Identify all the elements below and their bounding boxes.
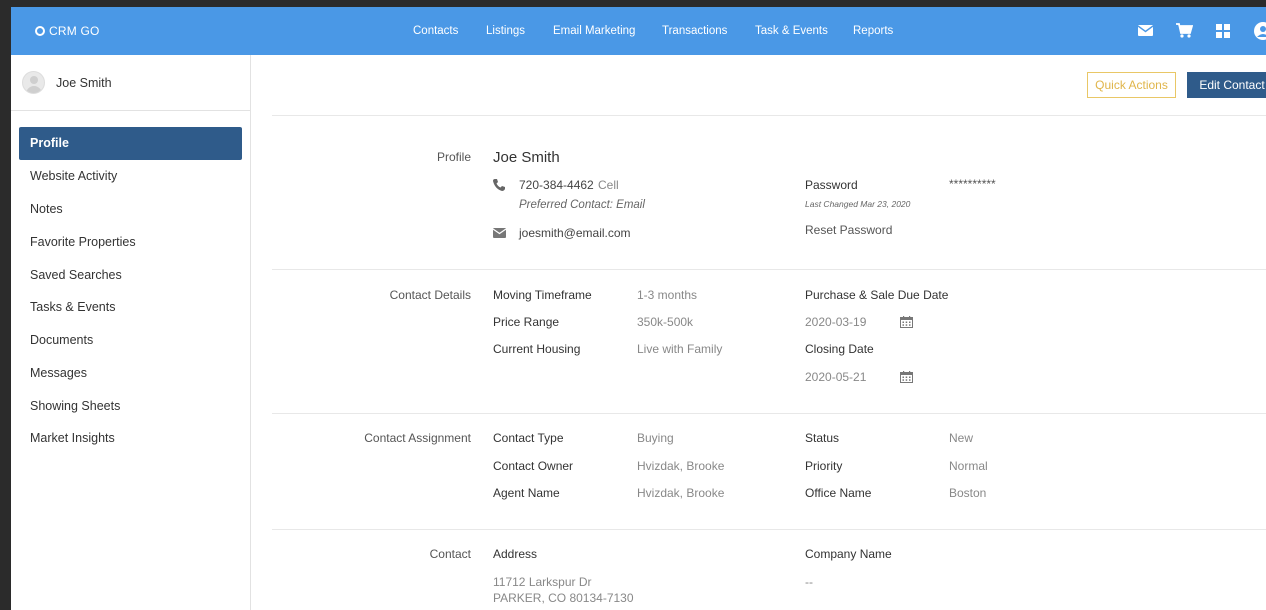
top-navigation-bar: CRM GO Contacts Listings Email Marketing… [11, 7, 1266, 55]
nav-contacts[interactable]: Contacts [413, 25, 458, 37]
closing-date-value[interactable]: 2020-05-21 [805, 370, 866, 384]
office-name-label: Office Name [805, 486, 872, 500]
preferred-contact: Preferred Contact: Email [519, 199, 645, 211]
current-housing-label: Current Housing [493, 342, 581, 356]
logo[interactable]: CRM GO [35, 24, 100, 38]
contact-type-label: Contact Type [493, 431, 564, 445]
office-name-value: Boston [949, 486, 987, 500]
section-label-contact-details: Contact Details [389, 288, 471, 302]
app-window: CRM GO Contacts Listings Email Marketing… [11, 7, 1266, 610]
priority-label: Priority [805, 459, 843, 473]
email-icon [493, 228, 506, 238]
section-label-profile: Profile [436, 150, 471, 164]
password-last-changed: Last Changed Mar 23, 2020 [805, 199, 911, 209]
price-range-label: Price Range [493, 315, 560, 329]
avatar [22, 71, 45, 94]
nav-reports[interactable]: Reports [853, 25, 893, 37]
sidebar-user: Joe Smith [11, 55, 251, 111]
nav-task-events[interactable]: Task & Events [755, 25, 828, 37]
sidebar-item-showing-sheets[interactable]: Showing Sheets [19, 390, 242, 423]
agent-name-value: Hvizdak, Brooke [637, 486, 725, 500]
sidebar-item-documents[interactable]: Documents [19, 324, 242, 357]
price-range-value: 350k-500k [637, 315, 694, 329]
purchase-due-value[interactable]: 2020-03-19 [805, 315, 866, 329]
contact-name: Joe Smith [493, 149, 560, 166]
grid-icon[interactable] [1216, 24, 1230, 38]
sidebar-item-tasks-events[interactable]: Tasks & Events [19, 291, 242, 324]
phone-icon [493, 179, 505, 191]
sidebar-item-favorite-properties[interactable]: Favorite Properties [19, 226, 242, 259]
company-name-value: -- [805, 575, 813, 589]
phone-type: Cell [598, 178, 619, 192]
contact-type-value: Buying [637, 431, 674, 445]
company-name-label: Company Name [805, 547, 892, 561]
nav-email-marketing[interactable]: Email Marketing [553, 25, 635, 37]
divider [272, 115, 1266, 116]
current-housing-value: Live with Family [637, 342, 723, 356]
calendar-icon[interactable] [900, 316, 913, 328]
user-name: Joe Smith [56, 76, 112, 90]
sidebar: Joe Smith Profile Website Activity Notes… [11, 55, 251, 610]
status-label: Status [805, 431, 840, 445]
logo-ring-icon [35, 26, 45, 36]
sidebar-item-messages[interactable]: Messages [19, 357, 242, 390]
cart-icon[interactable] [1176, 23, 1193, 38]
address-line1: 11712 Larkspur Dr [493, 575, 592, 589]
priority-value: Normal [949, 459, 988, 473]
sidebar-item-profile[interactable]: Profile [19, 127, 242, 160]
sidebar-item-saved-searches[interactable]: Saved Searches [19, 259, 242, 292]
nav-listings[interactable]: Listings [486, 25, 525, 37]
calendar-icon[interactable] [900, 371, 913, 383]
agent-name-label: Agent Name [493, 486, 560, 500]
address-label: Address [493, 547, 538, 561]
moving-timeframe-label: Moving Timeframe [493, 288, 592, 302]
purchase-due-label: Purchase & Sale Due Date [805, 288, 949, 302]
divider [272, 529, 1266, 530]
password-label: Password [805, 178, 858, 192]
section-label-contact: Contact [429, 547, 471, 561]
contact-owner-label: Contact Owner [493, 459, 574, 473]
sidebar-item-market-insights[interactable]: Market Insights [19, 422, 242, 455]
address-line2: PARKER, CO 80134-7130 [493, 591, 634, 605]
quick-actions-button[interactable]: Quick Actions [1087, 72, 1176, 98]
nav-transactions[interactable]: Transactions [662, 25, 727, 37]
moving-timeframe-value: 1-3 months [637, 288, 698, 302]
password-value: ********** [949, 177, 996, 191]
contact-owner-value: Hvizdak, Brooke [637, 459, 725, 473]
sidebar-item-notes[interactable]: Notes [19, 193, 242, 226]
divider [272, 269, 1266, 270]
user-icon[interactable] [1254, 22, 1266, 40]
phone-number[interactable]: 720-384-4462 [519, 178, 594, 192]
sidebar-item-website-activity[interactable]: Website Activity [19, 160, 242, 193]
mail-icon[interactable] [1138, 25, 1153, 36]
reset-password-link[interactable]: Reset Password [805, 223, 892, 237]
status-value: New [949, 431, 974, 445]
edit-contact-button[interactable]: Edit Contact [1187, 72, 1266, 98]
divider [272, 413, 1266, 414]
logo-text: CRM GO [49, 24, 100, 38]
section-label-contact-assignment: Contact Assignment [364, 431, 471, 445]
closing-date-label: Closing Date [805, 342, 874, 356]
email-address[interactable]: joesmith@email.com [519, 226, 631, 240]
